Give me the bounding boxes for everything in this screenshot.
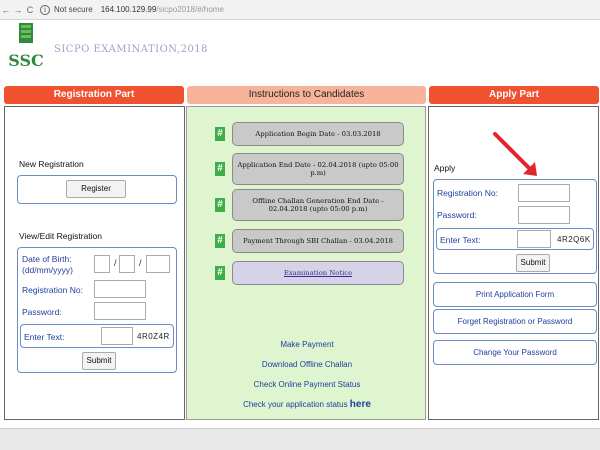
check-application-status-label: Check your application status: [243, 400, 348, 409]
new-registration-heading: New Registration: [19, 159, 84, 169]
view-edit-box: Date of Birth: (dd/mm/yyyy) / / Registra…: [17, 247, 177, 373]
hash-icon: #: [215, 127, 225, 141]
download-challan-link[interactable]: Download Offline Challan: [187, 360, 427, 369]
apply-captcha-image: 4R2Q6K: [557, 235, 591, 244]
apply-login-box: Registration No: Password: Enter Text: 4…: [433, 179, 597, 274]
examination-notice-link[interactable]: Examination Notice: [232, 261, 404, 285]
submit-button[interactable]: Submit: [82, 352, 116, 370]
logo-text: SSC: [8, 51, 44, 70]
apply-password-label: Password:: [437, 210, 477, 220]
step-payment: Payment Through SBI Challan - 03.04.2018: [232, 229, 404, 253]
reg-no-input[interactable]: [94, 280, 146, 298]
captcha-row: Enter Text: 4R0Z4R: [20, 324, 174, 348]
here-link[interactable]: here: [350, 399, 371, 410]
hash-icon: #: [215, 162, 225, 176]
apply-reg-no-input[interactable]: [518, 184, 570, 202]
apply-password-input[interactable]: [518, 206, 570, 224]
reload-icon[interactable]: C: [24, 5, 36, 15]
site-title: SICPO EXAMINATION,2018: [54, 44, 209, 55]
red-arrow-icon: [493, 132, 537, 176]
back-icon[interactable]: ←: [0, 5, 12, 15]
bottom-scroll-area: [0, 428, 600, 450]
captcha-image: 4R0Z4R: [137, 332, 170, 341]
dob-separator: /: [139, 258, 142, 268]
enter-text-label: Enter Text:: [24, 332, 65, 342]
password-input[interactable]: [94, 302, 146, 320]
dob-format: (dd/mm/yyyy): [22, 265, 73, 275]
view-edit-heading: View/Edit Registration: [19, 231, 102, 241]
forward-icon[interactable]: →: [12, 5, 24, 15]
browser-toolbar: ← → C i Not secure 164.100.129.99/sicpo2…: [0, 0, 600, 20]
dob-day-input[interactable]: [94, 255, 110, 273]
url-path: /sicpo2018/#/home: [156, 5, 224, 14]
dob-label: Date of Birth:: [22, 254, 72, 264]
check-application-status: Check your application status here: [187, 399, 427, 410]
step-challan-end: Offline Challan Generation End Date - 02…: [232, 189, 404, 221]
apply-reg-no-label: Registration No:: [437, 188, 498, 198]
reg-no-label: Registration No:: [22, 285, 83, 295]
register-button[interactable]: Register: [66, 180, 126, 198]
forget-registration-button[interactable]: Forget Registration or Password: [433, 309, 597, 334]
step-begin-date: Application Begin Date - 03.03.2018: [232, 122, 404, 146]
captcha-input[interactable]: [101, 327, 133, 345]
dob-month-input[interactable]: [119, 255, 135, 273]
apply-submit-button[interactable]: Submit: [516, 254, 550, 272]
dob-year-input[interactable]: [146, 255, 170, 273]
address-bar[interactable]: 164.100.129.99/sicpo2018/#/home: [101, 5, 224, 14]
apply-part-header: Apply Part: [429, 86, 599, 104]
info-icon[interactable]: i: [40, 4, 50, 15]
apply-captcha-row: Enter Text: 4R2Q6K: [436, 228, 594, 250]
registration-part-header: Registration Part: [4, 86, 184, 104]
security-label: Not secure: [54, 5, 93, 14]
step-end-date: Application End Date - 02.04.2018 (upto …: [232, 153, 404, 185]
instructions-panel: # Application Begin Date - 03.03.2018 # …: [186, 106, 426, 420]
password-label: Password:: [22, 307, 62, 317]
make-payment-link[interactable]: Make Payment: [187, 340, 427, 349]
print-application-form-button[interactable]: Print Application Form: [433, 282, 597, 307]
apply-captcha-input[interactable]: [517, 230, 551, 248]
check-payment-status-link[interactable]: Check Online Payment Status: [187, 380, 427, 389]
hash-icon: #: [215, 266, 225, 280]
registration-panel: New Registration Register View/Edit Regi…: [4, 106, 185, 420]
url-host: 164.100.129.99: [100, 5, 157, 14]
ssc-logo: SSC: [8, 23, 44, 70]
dob-separator: /: [114, 258, 117, 268]
hash-icon: #: [215, 198, 225, 212]
instructions-header: Instructions to Candidates: [187, 86, 426, 104]
register-box: Register: [17, 175, 177, 204]
apply-heading: Apply: [434, 163, 456, 173]
change-password-button[interactable]: Change Your Password: [433, 340, 597, 365]
hash-icon: #: [215, 234, 225, 248]
apply-enter-text-label: Enter Text:: [440, 235, 481, 245]
